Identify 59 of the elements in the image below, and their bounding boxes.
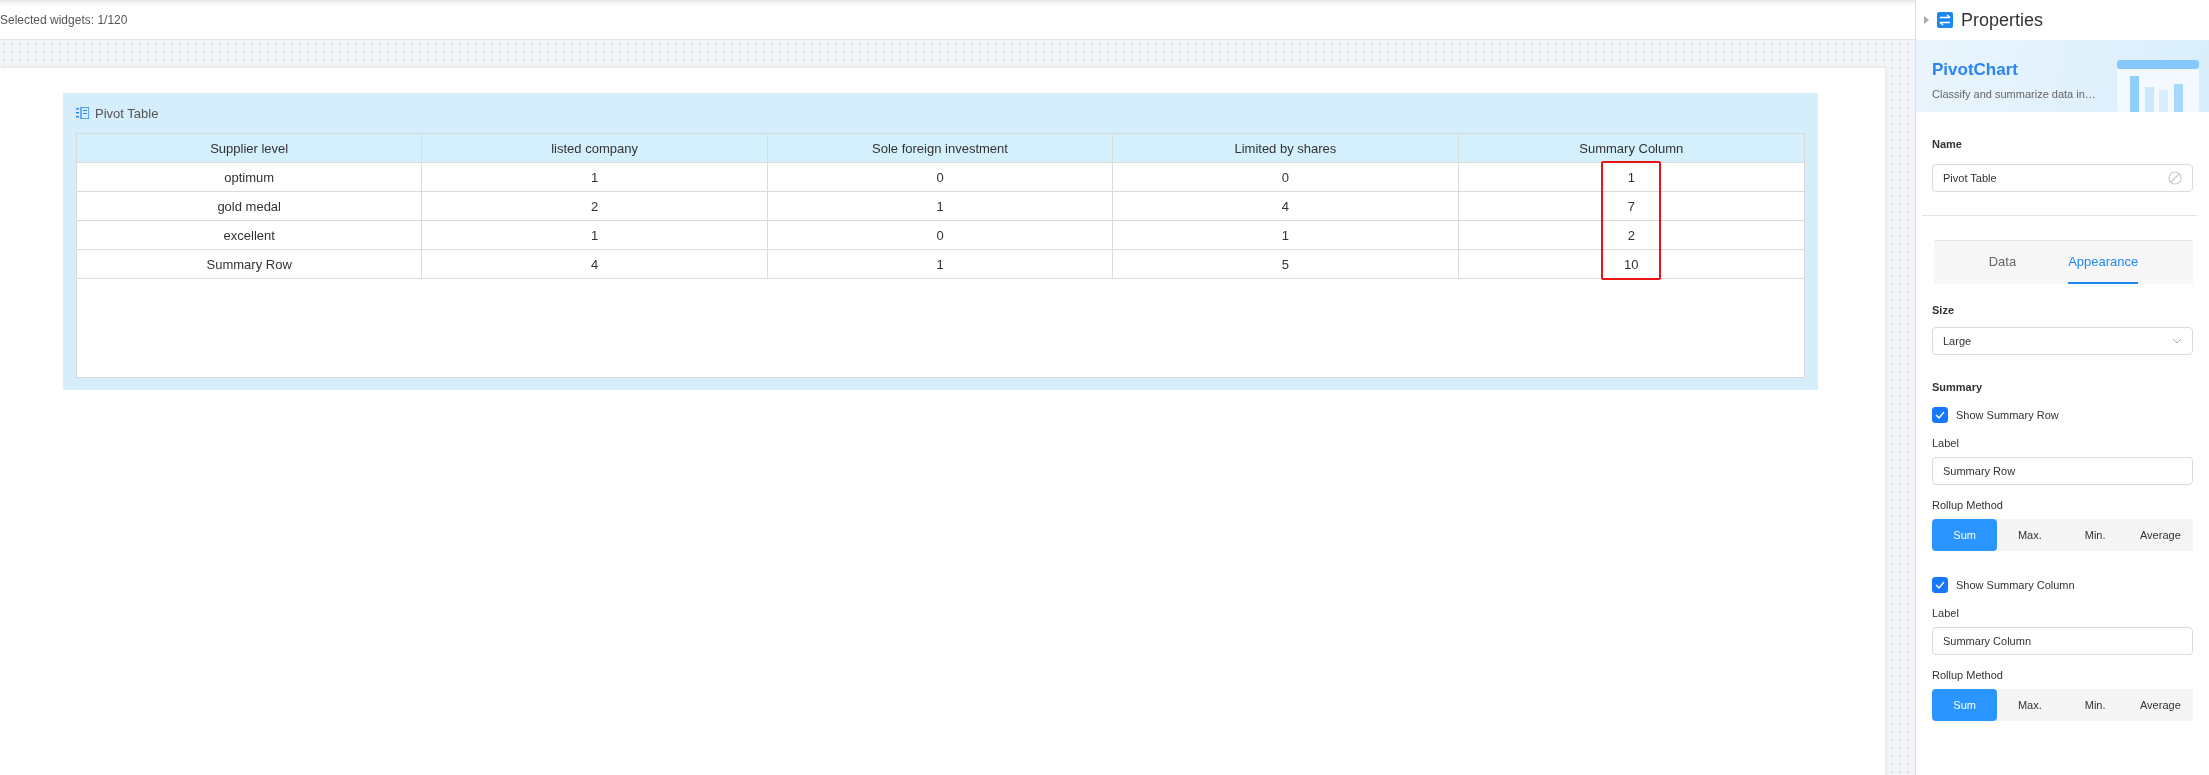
rollup-option[interactable]: Average	[2127, 689, 2193, 721]
field-label: Rollup Method	[1932, 669, 2004, 681]
size-select[interactable]: Large	[1932, 327, 2193, 355]
table-cell: 4	[422, 250, 768, 278]
table-cell: gold medal	[77, 192, 423, 220]
table-cell: 1	[422, 221, 768, 249]
panel-title: Properties	[1961, 9, 2044, 31]
table-cell: 0	[1113, 163, 1459, 191]
field-label: Rollup Method	[1932, 499, 2004, 511]
field-label: Label	[1932, 437, 1960, 449]
column-header: Limited by shares	[1113, 134, 1459, 162]
table-cell-text: 10	[1623, 255, 1640, 274]
table-cell: 4	[1113, 192, 1459, 220]
check-icon	[1935, 581, 1945, 589]
checkbox-label: Show Summary Row	[1956, 409, 2059, 421]
column-header: listed company	[422, 134, 768, 162]
component-description: Classify and summarize data in…	[1932, 88, 2096, 100]
table-cell: 1	[1113, 221, 1459, 249]
column-header: Summary Column	[1578, 139, 1685, 158]
table-cell: 0	[767, 163, 1114, 191]
checkbox-label: Show Summary Column	[1956, 579, 2075, 591]
widget-title: Pivot Table	[95, 105, 159, 121]
checkbox[interactable]	[1932, 577, 1948, 593]
table-cell: 0	[767, 221, 1114, 249]
table-cell: optimum	[77, 163, 423, 191]
rollup-option[interactable]: Min.	[2062, 689, 2128, 721]
label-input-field[interactable]: Summary Row	[1932, 457, 2193, 485]
swap-icon	[1937, 12, 1953, 28]
field-label: Label	[1932, 607, 1960, 619]
table-icon	[76, 107, 89, 119]
tab[interactable]: Data	[1988, 241, 2017, 284]
table-cell-text: 7	[1626, 197, 1636, 216]
name-input-field[interactable]: Pivot Table	[1932, 164, 2193, 192]
table-cell: 1	[422, 163, 768, 191]
field-label: Size	[1932, 304, 1955, 316]
field-label: Name	[1932, 138, 1963, 150]
column-header: Sole foreign investment	[767, 134, 1114, 162]
rollup-option[interactable]: Min.	[2062, 519, 2128, 551]
table-cell-text: 1	[1626, 168, 1636, 187]
table-cell: 1	[767, 192, 1114, 220]
selection-count: Selected widgets: 1/120	[0, 12, 128, 27]
table-cell-text: 2	[1626, 226, 1636, 245]
chart-illustration-icon	[2117, 60, 2199, 112]
section-label: Summary	[1932, 381, 1984, 393]
table-cell: excellent	[77, 221, 423, 249]
rollup-option[interactable]: Max.	[1997, 519, 2063, 551]
chevron-down-icon	[2172, 338, 2182, 344]
table-cell: Summary Row	[77, 250, 423, 278]
table-cell: 1	[767, 250, 1114, 278]
column-header: Supplier level	[77, 134, 423, 162]
check-icon	[1935, 411, 1945, 419]
label-input-field[interactable]: Summary Column	[1932, 627, 2193, 655]
table-cell: 5	[1113, 250, 1459, 278]
caret-icon[interactable]	[1924, 16, 1929, 24]
checkbox[interactable]	[1932, 407, 1948, 423]
rollup-option[interactable]: Average	[2127, 519, 2193, 551]
rollup-option[interactable]: Max.	[1997, 689, 2063, 721]
component-title: PivotChart	[1932, 60, 2019, 80]
table-cell: 2	[422, 192, 768, 220]
